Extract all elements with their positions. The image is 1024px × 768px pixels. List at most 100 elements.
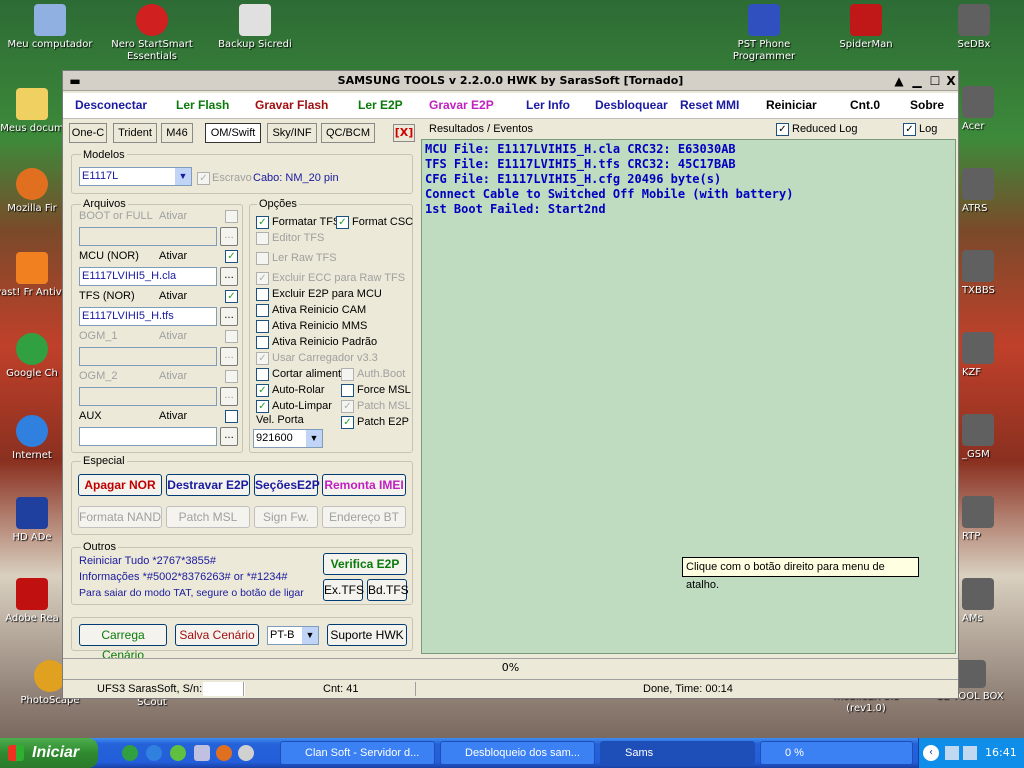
- network-icon[interactable]: [945, 746, 959, 760]
- reinicio-cam-checkbox[interactable]: [256, 304, 269, 317]
- chrome-quicklaunch-icon[interactable]: [122, 745, 138, 761]
- tab-qc-bcm[interactable]: QC/BCM: [321, 123, 375, 143]
- minimize-button[interactable]: ▁: [909, 73, 925, 89]
- menu-sobre[interactable]: Sobre: [910, 98, 944, 112]
- close-button[interactable]: X: [943, 73, 959, 89]
- model-select[interactable]: E1117L ▼: [79, 167, 192, 186]
- task-clan-soft[interactable]: Clan Soft - Servidor d...: [280, 741, 435, 765]
- format-csc-checkbox[interactable]: ✓: [336, 216, 349, 229]
- menu-gravar-flash[interactable]: Gravar Flash: [255, 98, 328, 112]
- scroll-up-icon[interactable]: ▲: [891, 73, 907, 89]
- tfs-file-input[interactable]: E1117LVIHI5_H.tfs: [79, 307, 217, 326]
- desktop-icon-meu-computador[interactable]: Meu computador: [6, 4, 94, 51]
- player-quicklaunch-icon[interactable]: [170, 745, 186, 761]
- system-menu-icon[interactable]: ▬: [67, 73, 83, 89]
- formatar-tfs-checkbox[interactable]: ✓: [256, 216, 269, 229]
- patch-msl-checkbox[interactable]: ✓: [341, 400, 354, 413]
- boot-browse-button[interactable]: ...: [220, 227, 238, 246]
- salva-cenario-button[interactable]: Salva Cenário: [175, 624, 259, 646]
- tfs-browse-button[interactable]: ...: [220, 307, 238, 326]
- desktop-icon-spiderman[interactable]: SpiderMan: [822, 4, 910, 51]
- cortar-alimenta-checkbox[interactable]: [256, 368, 269, 381]
- tray-arrow-icon[interactable]: ‹: [923, 745, 939, 761]
- menu-ler-flash[interactable]: Ler Flash: [176, 98, 229, 112]
- spiderman-icon: [850, 4, 882, 36]
- boot-file-input[interactable]: [79, 227, 217, 246]
- task-desbloqueio[interactable]: Desbloqueio dos sam...: [440, 741, 595, 765]
- bd-tfs-button[interactable]: Bd.TFS: [367, 579, 409, 601]
- menu-gravar-e2p[interactable]: Gravar E2P: [429, 98, 494, 112]
- log-checkbox[interactable]: ✓: [903, 123, 916, 136]
- ogm2-file-input[interactable]: [79, 387, 217, 406]
- ogm2-checkbox[interactable]: [225, 370, 238, 383]
- sign-fw-button[interactable]: Sign Fw.: [254, 506, 318, 528]
- menu-ler-e2p[interactable]: Ler E2P: [358, 98, 403, 112]
- tab-sky-inf[interactable]: Sky/INF: [267, 123, 317, 143]
- menu-cnt[interactable]: Cnt.0: [850, 98, 880, 112]
- desktop-icon-sedbx[interactable]: SeDBx: [930, 4, 1018, 51]
- menu-desbloquear[interactable]: Desbloquear: [595, 98, 668, 112]
- auth-boot-checkbox[interactable]: [341, 368, 354, 381]
- menu-desconectar[interactable]: Desconectar: [75, 98, 147, 112]
- menu-ler-info[interactable]: Ler Info: [526, 98, 570, 112]
- tab-trident[interactable]: Trident: [113, 123, 157, 143]
- menu-reiniciar[interactable]: Reiniciar: [766, 98, 817, 112]
- aux-checkbox[interactable]: [225, 410, 238, 423]
- task-sams[interactable]: Sams: [600, 741, 755, 765]
- verifica-e2p-button[interactable]: Verifica E2P: [323, 553, 407, 575]
- mcu-file-input[interactable]: E1117LVIHI5_H.cla: [79, 267, 217, 286]
- carrega-cenario-button[interactable]: Carrega Cenário: [79, 624, 167, 662]
- ogm2-browse-button[interactable]: ...: [220, 387, 238, 406]
- mcu-checkbox[interactable]: ✓: [225, 250, 238, 263]
- suporte-hwk-button[interactable]: Suporte HWK: [327, 624, 407, 646]
- tab-close-button[interactable]: [X]: [393, 124, 415, 142]
- secoes-e2p-button[interactable]: SeçõesE2P: [254, 474, 320, 496]
- reinicio-mms-checkbox[interactable]: [256, 320, 269, 333]
- ogm1-browse-button[interactable]: ...: [220, 347, 238, 366]
- usar-carregador-checkbox[interactable]: ✓: [256, 352, 269, 365]
- endereco-bt-button[interactable]: Endereço BT: [322, 506, 406, 528]
- language-select[interactable]: PT-B ▼: [267, 626, 319, 645]
- apagar-nor-button[interactable]: Apagar NOR: [78, 474, 162, 496]
- ler-raw-tfs-checkbox[interactable]: [256, 252, 269, 265]
- auto-rolar-checkbox[interactable]: ✓: [256, 384, 269, 397]
- boot-checkbox[interactable]: [225, 210, 238, 223]
- ie-quicklaunch-icon[interactable]: [146, 745, 162, 761]
- reduced-log-checkbox[interactable]: ✓: [776, 123, 789, 136]
- menu-reset-mmi[interactable]: Reset MMI: [680, 98, 739, 112]
- tab-one-c[interactable]: One-C: [69, 123, 107, 143]
- start-button[interactable]: Iniciar: [0, 738, 98, 768]
- firefox-quicklaunch-icon[interactable]: [216, 745, 232, 761]
- ogm1-file-input[interactable]: [79, 347, 217, 366]
- editor-tfs-checkbox[interactable]: [256, 232, 269, 245]
- media-quicklaunch-icon[interactable]: [238, 745, 254, 761]
- tab-m46[interactable]: M46: [161, 123, 193, 143]
- app-quicklaunch-icon[interactable]: [194, 745, 210, 761]
- title-bar[interactable]: ▬ SAMSUNG TOOLS v 2.2.0.0 HWK by SarasSo…: [63, 71, 958, 91]
- task-progress[interactable]: 0 %: [760, 741, 913, 765]
- reinicio-padrao-checkbox[interactable]: [256, 336, 269, 349]
- tab-om-swift[interactable]: OM/Swift: [205, 123, 261, 143]
- ogm1-checkbox[interactable]: [225, 330, 238, 343]
- desktop-icon-pst[interactable]: PST Phone Programmer: [720, 4, 808, 63]
- remonta-imei-button[interactable]: Remonta IMEI: [322, 474, 406, 496]
- escravo-checkbox[interactable]: ✓: [197, 172, 210, 185]
- tfs-checkbox[interactable]: ✓: [225, 290, 238, 303]
- ex-tfs-button[interactable]: Ex.TFS: [323, 579, 364, 601]
- patch-msl-button[interactable]: Patch MSL: [166, 506, 250, 528]
- aux-file-input[interactable]: [79, 427, 217, 446]
- mcu-browse-button[interactable]: ...: [220, 267, 238, 286]
- aux-browse-button[interactable]: ...: [220, 427, 238, 446]
- vel-porta-select[interactable]: 921600 ▼: [253, 429, 323, 448]
- force-msl-checkbox[interactable]: [341, 384, 354, 397]
- desktop-icon-nero[interactable]: Nero StartSmart Essentials: [108, 4, 196, 63]
- excluir-ecc-checkbox[interactable]: ✓: [256, 272, 269, 285]
- maximize-button[interactable]: ☐: [927, 73, 943, 89]
- excluir-e2p-checkbox[interactable]: [256, 288, 269, 301]
- volume-icon[interactable]: [963, 746, 977, 760]
- destravar-e2p-button[interactable]: Destravar E2P: [166, 474, 250, 496]
- formata-nand-button[interactable]: Formata NAND: [78, 506, 162, 528]
- auto-limpar-checkbox[interactable]: ✓: [256, 400, 269, 413]
- patch-e2p-checkbox[interactable]: ✓: [341, 416, 354, 429]
- desktop-icon-backup[interactable]: Backup Sicredi: [211, 4, 299, 51]
